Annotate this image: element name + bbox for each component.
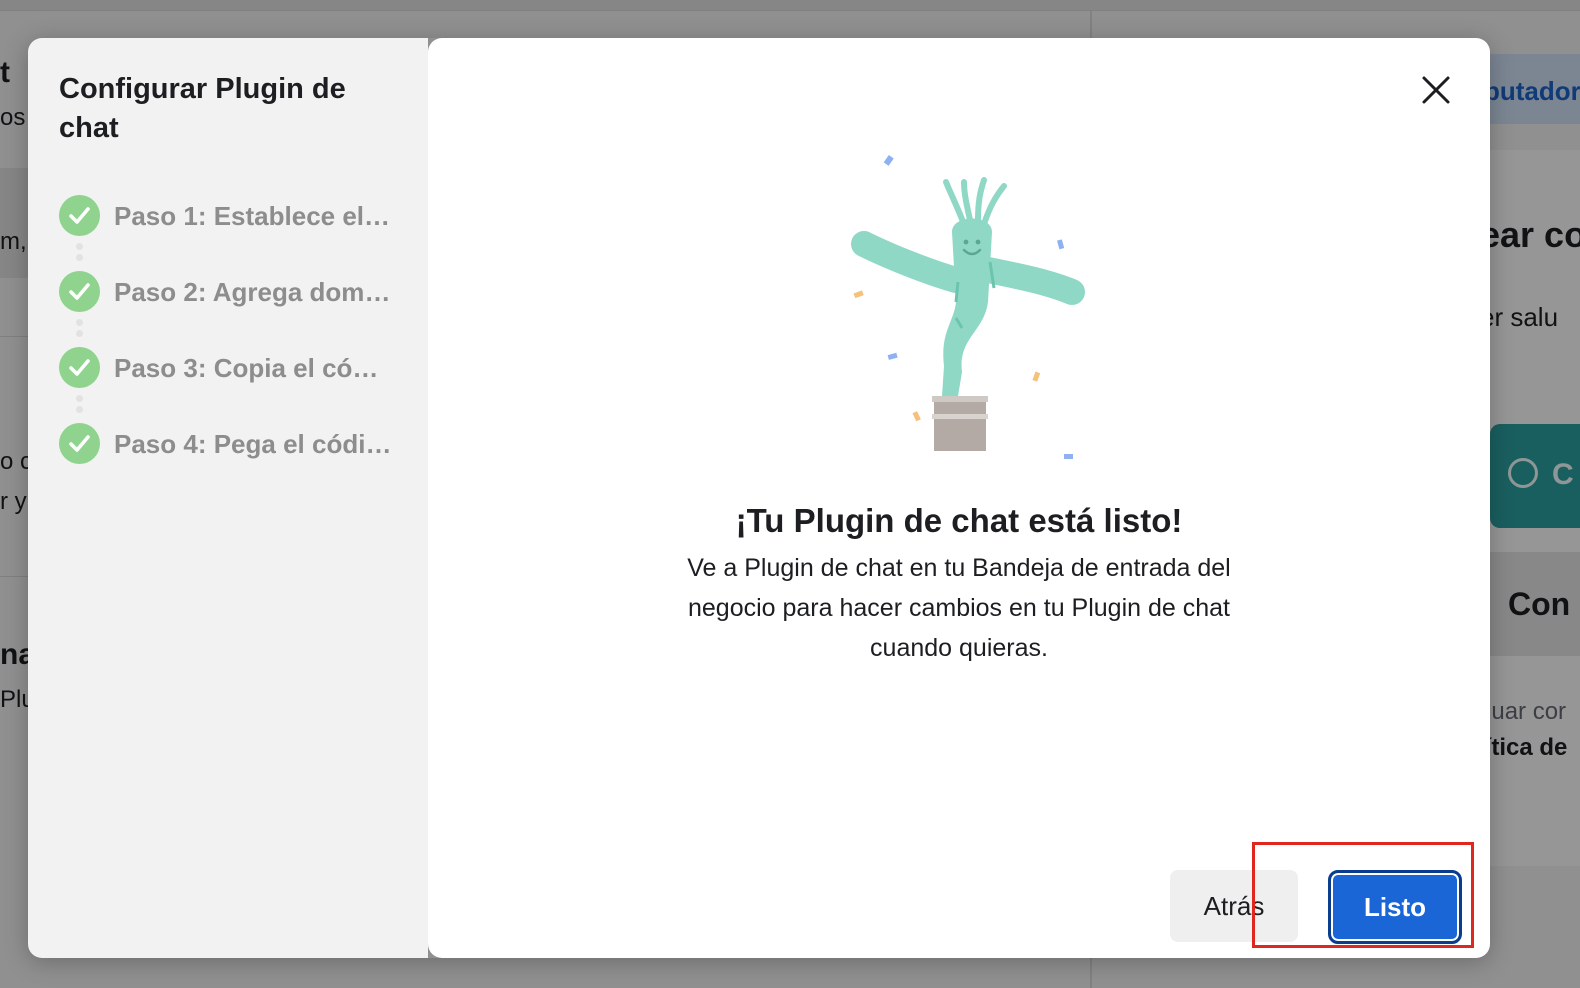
confetti-piece bbox=[883, 155, 894, 166]
confetti-piece bbox=[1064, 454, 1073, 459]
screen: t os m, o c r y na Plu putador ear co er… bbox=[0, 0, 1580, 988]
step-label: Paso 4: Pega el código bbox=[114, 429, 394, 459]
step-label: Paso 1: Establece el idioma bbox=[114, 201, 394, 231]
success-description: Ve a Plugin de chat en tu Bandeja de ent… bbox=[687, 554, 1231, 662]
inflatable-tube-man-illustration bbox=[851, 155, 1085, 459]
confetti-piece bbox=[853, 290, 864, 299]
chat-plugin-setup-dialog: Configurar Plugin de chat Paso 1: Establ… bbox=[28, 38, 1490, 958]
dialog-content: ¡Tu Plugin de chat está listo! Ve a Plug… bbox=[428, 38, 1490, 958]
confetti-piece bbox=[1057, 239, 1065, 250]
confetti-piece bbox=[1032, 371, 1041, 382]
check-circle-icon bbox=[59, 347, 100, 388]
sidebar-title: Configurar Plugin de chat bbox=[59, 73, 346, 144]
close-icon bbox=[1422, 76, 1450, 104]
check-circle-icon bbox=[59, 423, 100, 464]
step-label: Paso 3: Copia el código bbox=[114, 353, 394, 383]
confetti-piece bbox=[887, 352, 898, 360]
close-button[interactable] bbox=[1414, 68, 1458, 112]
setup-steps-sidebar: Configurar Plugin de chat Paso 1: Establ… bbox=[28, 38, 428, 958]
check-circle-icon bbox=[59, 271, 100, 312]
step-connector bbox=[76, 243, 83, 267]
success-title: ¡Tu Plugin de chat está listo! bbox=[735, 502, 1183, 539]
step-connector bbox=[76, 395, 83, 419]
back-button[interactable]: Atrás bbox=[1170, 870, 1298, 942]
done-button[interactable]: Listo bbox=[1328, 870, 1462, 944]
confetti-piece bbox=[912, 411, 921, 422]
step-connector bbox=[76, 319, 83, 343]
check-circle-icon bbox=[59, 195, 100, 236]
step-label: Paso 2: Agrega dominios bbox=[114, 277, 394, 307]
